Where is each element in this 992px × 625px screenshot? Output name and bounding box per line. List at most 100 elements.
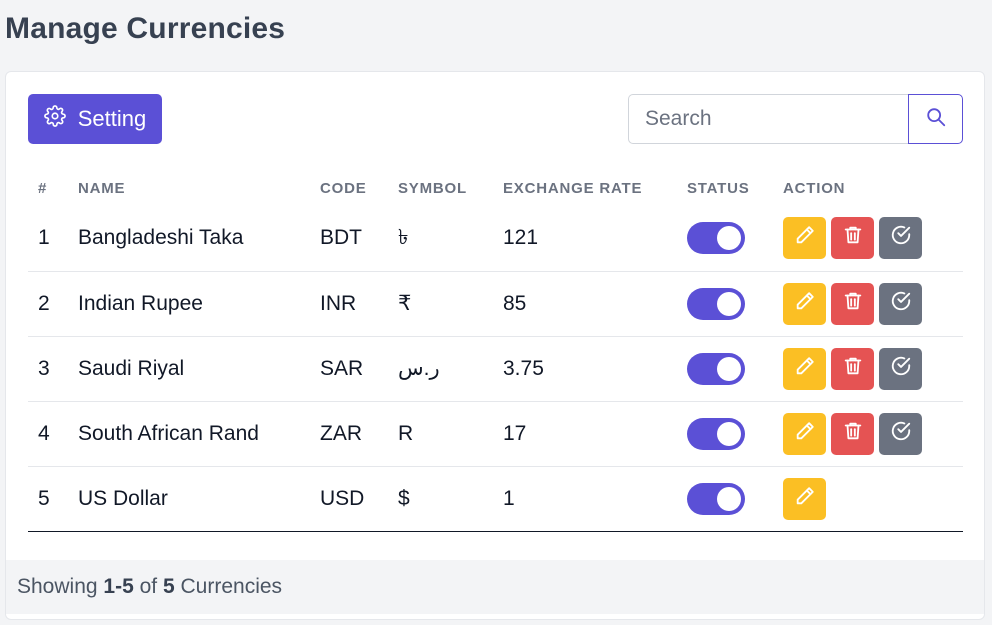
action-buttons bbox=[783, 477, 963, 520]
setting-button[interactable]: Setting bbox=[28, 94, 162, 144]
footer-total: 5 bbox=[162, 575, 175, 598]
status-toggle[interactable] bbox=[687, 222, 745, 255]
set-default-button[interactable] bbox=[879, 282, 922, 325]
table-row: 5 US Dollar USD $1 bbox=[28, 466, 963, 532]
table-row: 3 Saudi Riyal SAR ر.س 3.75 bbox=[28, 336, 963, 402]
cell-exchange-rate: 3.75 bbox=[503, 336, 687, 402]
col-header-symbol: SYMBOL bbox=[398, 179, 467, 197]
col-header-name: NAME bbox=[78, 179, 126, 197]
cell-num: 5 bbox=[28, 466, 78, 532]
footer-range: 1-5 bbox=[103, 575, 134, 598]
table-row: 2 Indian Rupee INR ₹85 bbox=[28, 271, 963, 337]
search-button[interactable] bbox=[908, 94, 963, 144]
cell-action bbox=[783, 466, 963, 532]
cell-symbol: ₹ bbox=[398, 271, 503, 337]
cell-action bbox=[783, 271, 963, 337]
action-buttons bbox=[783, 412, 963, 455]
cell-num: 1 bbox=[28, 206, 78, 272]
status-toggle[interactable] bbox=[687, 287, 745, 320]
cell-num: 2 bbox=[28, 271, 78, 337]
cell-code: SAR bbox=[320, 336, 398, 402]
status-toggle[interactable] bbox=[687, 352, 745, 385]
cell-code: USD bbox=[320, 466, 398, 532]
action-buttons bbox=[783, 282, 963, 325]
edit-button[interactable] bbox=[783, 347, 826, 390]
toggle-knob bbox=[717, 226, 741, 251]
search-input[interactable] bbox=[628, 94, 908, 144]
cell-exchange-rate: 85 bbox=[503, 271, 687, 337]
cell-num: 3 bbox=[28, 336, 78, 402]
cell-name: Indian Rupee bbox=[78, 271, 320, 337]
col-header-action: ACTION bbox=[783, 179, 846, 197]
check-circle-icon bbox=[890, 420, 912, 448]
gear-icon bbox=[43, 105, 66, 133]
trash-icon bbox=[842, 224, 864, 252]
pencil-icon bbox=[794, 355, 816, 383]
currencies-table: # NAME CODE SYMBOL EXCHANGE RATE STATUS … bbox=[28, 170, 963, 532]
cell-symbol: ر.س bbox=[398, 336, 503, 402]
cell-name: South African Rand bbox=[78, 401, 320, 467]
page-title: Manage Currencies bbox=[5, 12, 286, 45]
toggle-knob bbox=[717, 291, 741, 316]
cell-status bbox=[687, 206, 783, 272]
table-row: 1 Bangladeshi Taka BDT ৳ 121 bbox=[28, 206, 963, 272]
table-footer: Showing 1-5 of 5 Currencies bbox=[6, 560, 984, 614]
check-circle-icon bbox=[890, 355, 912, 383]
edit-button[interactable] bbox=[783, 412, 826, 455]
delete-button[interactable] bbox=[831, 412, 874, 455]
table-header-row: # NAME CODE SYMBOL EXCHANGE RATE STATUS … bbox=[28, 170, 963, 206]
table-row: 4 South African Rand ZAR R 17 bbox=[28, 401, 963, 467]
col-header-code: CODE bbox=[320, 179, 367, 197]
delete-button[interactable] bbox=[831, 347, 874, 390]
check-circle-icon bbox=[890, 224, 912, 252]
search-bar bbox=[628, 94, 963, 144]
delete-button[interactable] bbox=[831, 282, 874, 325]
edit-button[interactable] bbox=[783, 477, 826, 520]
setting-button-label: Setting bbox=[77, 106, 147, 131]
cell-exchange-rate: 121 bbox=[503, 206, 687, 272]
action-buttons bbox=[783, 347, 963, 390]
cell-status bbox=[687, 401, 783, 467]
cell-action bbox=[783, 206, 963, 272]
pencil-icon bbox=[794, 420, 816, 448]
status-toggle[interactable] bbox=[687, 417, 745, 450]
toggle-knob bbox=[717, 421, 741, 446]
set-default-button[interactable] bbox=[879, 217, 922, 260]
cell-symbol: ৳ bbox=[398, 206, 503, 272]
cell-action bbox=[783, 401, 963, 467]
toggle-knob bbox=[717, 486, 741, 511]
cell-exchange-rate: 1 bbox=[503, 466, 687, 532]
cell-code: ZAR bbox=[320, 401, 398, 467]
cell-code: BDT bbox=[320, 206, 398, 272]
cell-name: Saudi Riyal bbox=[78, 336, 320, 402]
footer-suffix: Currencies bbox=[180, 575, 283, 598]
footer-prefix: Showing bbox=[17, 575, 98, 598]
delete-button[interactable] bbox=[831, 217, 874, 260]
trash-icon bbox=[842, 355, 864, 383]
set-default-button[interactable] bbox=[879, 412, 922, 455]
cell-name: Bangladeshi Taka bbox=[78, 206, 320, 272]
cell-exchange-rate: 17 bbox=[503, 401, 687, 467]
set-default-button[interactable] bbox=[879, 347, 922, 390]
cell-symbol: $ bbox=[398, 466, 503, 532]
cell-symbol: R bbox=[398, 401, 503, 467]
status-toggle[interactable] bbox=[687, 482, 745, 515]
cell-status bbox=[687, 466, 783, 532]
action-buttons bbox=[783, 217, 963, 260]
trash-icon bbox=[842, 420, 864, 448]
cell-name: US Dollar bbox=[78, 466, 320, 532]
check-circle-icon bbox=[890, 290, 912, 318]
pencil-icon bbox=[794, 485, 816, 513]
cell-code: INR bbox=[320, 271, 398, 337]
search-icon bbox=[925, 106, 947, 133]
cell-num: 4 bbox=[28, 401, 78, 467]
pencil-icon bbox=[794, 224, 816, 252]
edit-button[interactable] bbox=[783, 282, 826, 325]
trash-icon bbox=[842, 290, 864, 318]
col-header-exchange-rate: EXCHANGE RATE bbox=[503, 179, 643, 197]
cell-action bbox=[783, 336, 963, 402]
toggle-knob bbox=[717, 356, 741, 381]
cell-status bbox=[687, 271, 783, 337]
edit-button[interactable] bbox=[783, 217, 826, 260]
footer-of: of bbox=[139, 575, 158, 598]
